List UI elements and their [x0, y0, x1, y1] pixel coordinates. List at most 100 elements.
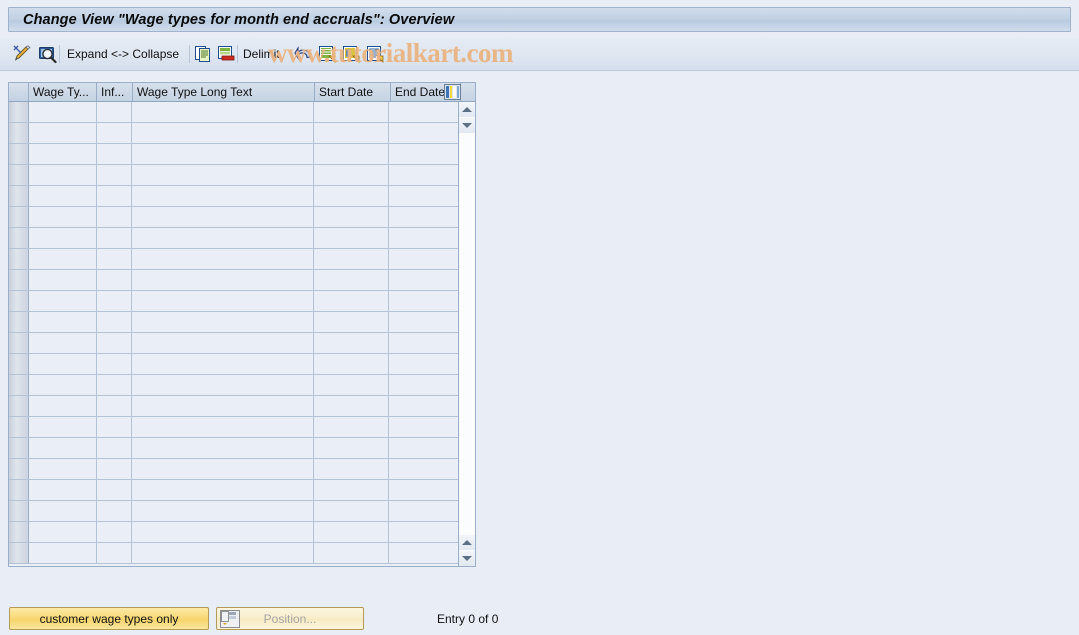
table-row[interactable]	[9, 543, 459, 564]
cell-end-date[interactable]	[389, 249, 459, 269]
cell-start-date[interactable]	[313, 144, 390, 164]
cell-start-date[interactable]	[313, 543, 390, 563]
cell-start-date[interactable]	[313, 186, 390, 206]
table-row[interactable]	[9, 396, 459, 417]
cell-start-date[interactable]	[313, 333, 390, 353]
cell-start-date[interactable]	[313, 501, 390, 521]
row-select-button[interactable]	[9, 291, 29, 311]
row-select-button[interactable]	[9, 312, 29, 332]
table-row[interactable]	[9, 501, 459, 522]
scroll-down-button-bottom[interactable]	[459, 551, 475, 566]
cell-wage-type-long-text[interactable]	[132, 249, 314, 269]
row-select-button[interactable]	[9, 207, 29, 227]
cell-infotype[interactable]	[96, 375, 133, 395]
cell-wage-type[interactable]	[28, 228, 97, 248]
cell-start-date[interactable]	[313, 249, 390, 269]
cell-infotype[interactable]	[96, 165, 133, 185]
table-row[interactable]	[9, 165, 459, 186]
table-row[interactable]	[9, 207, 459, 228]
row-select-button[interactable]	[9, 165, 29, 185]
delete-icon[interactable]	[215, 43, 237, 65]
cell-wage-type-long-text[interactable]	[132, 480, 314, 500]
cell-wage-type-long-text[interactable]	[132, 270, 314, 290]
row-select-button[interactable]	[9, 123, 29, 143]
cell-end-date[interactable]	[389, 354, 459, 374]
cell-infotype[interactable]	[96, 354, 133, 374]
cell-end-date[interactable]	[389, 438, 459, 458]
table-settings-icon[interactable]	[444, 84, 461, 100]
column-header-wage-type[interactable]: Wage Ty...	[29, 83, 97, 101]
cell-wage-type-long-text[interactable]	[132, 333, 314, 353]
table-row[interactable]	[9, 333, 459, 354]
cell-end-date[interactable]	[389, 417, 459, 437]
cell-infotype[interactable]	[96, 186, 133, 206]
cell-end-date[interactable]	[389, 480, 459, 500]
cell-wage-type-long-text[interactable]	[132, 228, 314, 248]
cell-end-date[interactable]	[389, 186, 459, 206]
table-row[interactable]	[9, 480, 459, 501]
row-select-button[interactable]	[9, 333, 29, 353]
row-select-button[interactable]	[9, 522, 29, 542]
cell-start-date[interactable]	[313, 375, 390, 395]
table-row[interactable]	[9, 417, 459, 438]
cell-start-date[interactable]	[313, 396, 390, 416]
cell-infotype[interactable]	[96, 417, 133, 437]
row-select-button[interactable]	[9, 249, 29, 269]
cell-wage-type-long-text[interactable]	[132, 144, 314, 164]
cell-end-date[interactable]	[389, 543, 459, 563]
cell-start-date[interactable]	[313, 312, 390, 332]
cell-wage-type-long-text[interactable]	[132, 186, 314, 206]
cell-wage-type-long-text[interactable]	[132, 165, 314, 185]
cell-wage-type-long-text[interactable]	[132, 375, 314, 395]
cell-wage-type-long-text[interactable]	[132, 354, 314, 374]
cell-wage-type[interactable]	[28, 186, 97, 206]
table-row[interactable]	[9, 291, 459, 312]
next-entry-icon[interactable]	[340, 43, 362, 65]
cell-infotype[interactable]	[96, 249, 133, 269]
cell-end-date[interactable]	[389, 312, 459, 332]
table-row[interactable]	[9, 270, 459, 291]
cell-end-date[interactable]	[389, 228, 459, 248]
cell-start-date[interactable]	[313, 291, 390, 311]
cell-start-date[interactable]	[313, 438, 390, 458]
undo-icon[interactable]	[292, 43, 314, 65]
column-header-wage-type-long-text[interactable]: Wage Type Long Text	[133, 83, 315, 101]
cell-wage-type-long-text[interactable]	[132, 417, 314, 437]
cell-wage-type-long-text[interactable]	[132, 396, 314, 416]
row-select-button[interactable]	[9, 144, 29, 164]
cell-end-date[interactable]	[389, 333, 459, 353]
table-vertical-scrollbar[interactable]	[458, 102, 475, 566]
cell-infotype[interactable]	[96, 291, 133, 311]
cell-wage-type[interactable]	[28, 333, 97, 353]
cell-end-date[interactable]	[389, 102, 459, 122]
table-row[interactable]	[9, 312, 459, 333]
row-select-button[interactable]	[9, 459, 29, 479]
cell-wage-type[interactable]	[28, 375, 97, 395]
cell-wage-type[interactable]	[28, 249, 97, 269]
row-select-button[interactable]	[9, 396, 29, 416]
table-row[interactable]	[9, 459, 459, 480]
table-row[interactable]	[9, 102, 459, 123]
table-row[interactable]	[9, 186, 459, 207]
table-body[interactable]	[9, 102, 459, 566]
cell-end-date[interactable]	[389, 144, 459, 164]
cell-end-date[interactable]	[389, 522, 459, 542]
cell-start-date[interactable]	[313, 522, 390, 542]
select-all-icon[interactable]	[364, 43, 386, 65]
cell-wage-type-long-text[interactable]	[132, 438, 314, 458]
cell-start-date[interactable]	[313, 228, 390, 248]
display-detail-icon[interactable]	[36, 43, 58, 65]
cell-end-date[interactable]	[389, 291, 459, 311]
column-header-infotype[interactable]: Inf...	[97, 83, 133, 101]
cell-wage-type[interactable]	[28, 501, 97, 521]
table-row[interactable]	[9, 375, 459, 396]
cell-start-date[interactable]	[313, 459, 390, 479]
table-row[interactable]	[9, 123, 459, 144]
cell-start-date[interactable]	[313, 417, 390, 437]
cell-start-date[interactable]	[313, 165, 390, 185]
cell-end-date[interactable]	[389, 165, 459, 185]
row-select-button[interactable]	[9, 186, 29, 206]
row-select-button[interactable]	[9, 102, 29, 122]
cell-wage-type-long-text[interactable]	[132, 459, 314, 479]
previous-entry-icon[interactable]	[316, 43, 338, 65]
